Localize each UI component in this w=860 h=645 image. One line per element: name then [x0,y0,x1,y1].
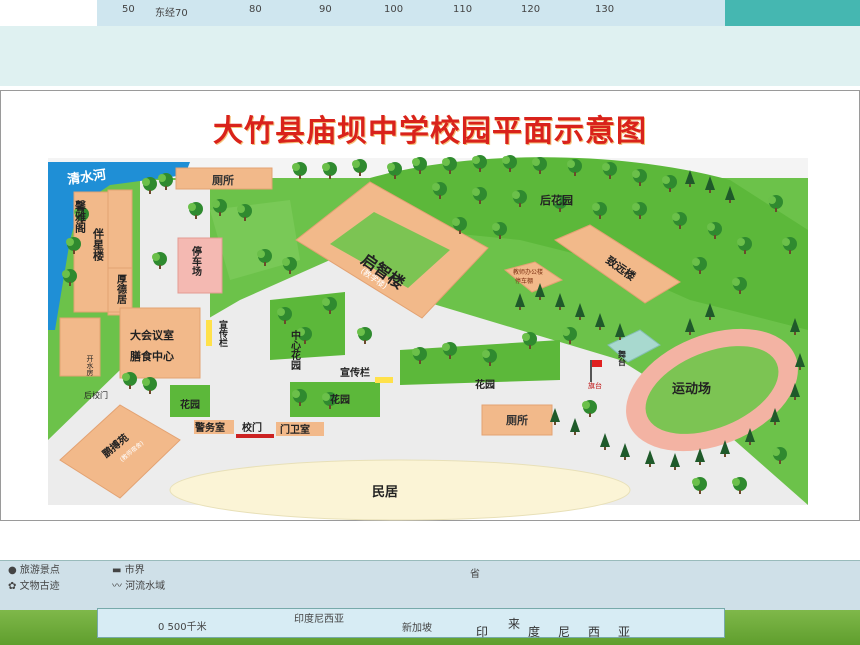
label-office-building-sub: 停车棚 [515,277,533,285]
label-water-room: 开水房 [86,355,94,377]
label-canteen: 膳食中心 [129,349,174,363]
bulletin-board-2 [375,377,393,383]
bulletin-board-1 [206,320,212,346]
label-gate: 校门 [242,421,262,434]
label-flag: 旗台 [588,381,602,390]
label-toilet-top: 厕所 [212,173,234,187]
label-central-garden: 中心花园 [289,329,301,371]
label-back-garden: 后花园 [540,193,573,207]
label-dorm-1: 馨雅阁 [74,199,88,234]
label-playground: 运动场 [672,382,711,397]
gate-bar [236,434,274,438]
label-garden-small: 花园 [180,398,200,411]
label-office-building: 教师办公楼 [513,268,543,276]
campus-map: 清水河 厕所 启智楼 (教学楼) 后花园 致远楼 教师办公楼 停车棚 馨雅阁 伴… [48,155,808,521]
water-room [59,317,101,377]
label-bulletin-2: 宣传栏 [340,366,370,379]
label-back-gate: 后校门 [84,390,108,400]
label-toilet-bottom: 厕所 [506,413,528,427]
label-bulletin-1: 宣传栏 [217,319,229,348]
label-meeting: 大会议室 [130,328,174,342]
label-dorm-2: 伴星楼 [92,227,106,262]
label-residence: 民居 [372,485,398,500]
label-parking: 停车场 [190,245,202,277]
residence-area [169,459,631,521]
meeting-canteen-building [119,307,201,379]
label-doorman: 门卫室 [280,423,310,436]
label-stage: 舞台 [618,349,627,367]
label-garden-mid: 花园 [330,393,350,406]
label-guard: 警务室 [194,421,225,434]
label-garden-right: 花园 [475,378,495,391]
